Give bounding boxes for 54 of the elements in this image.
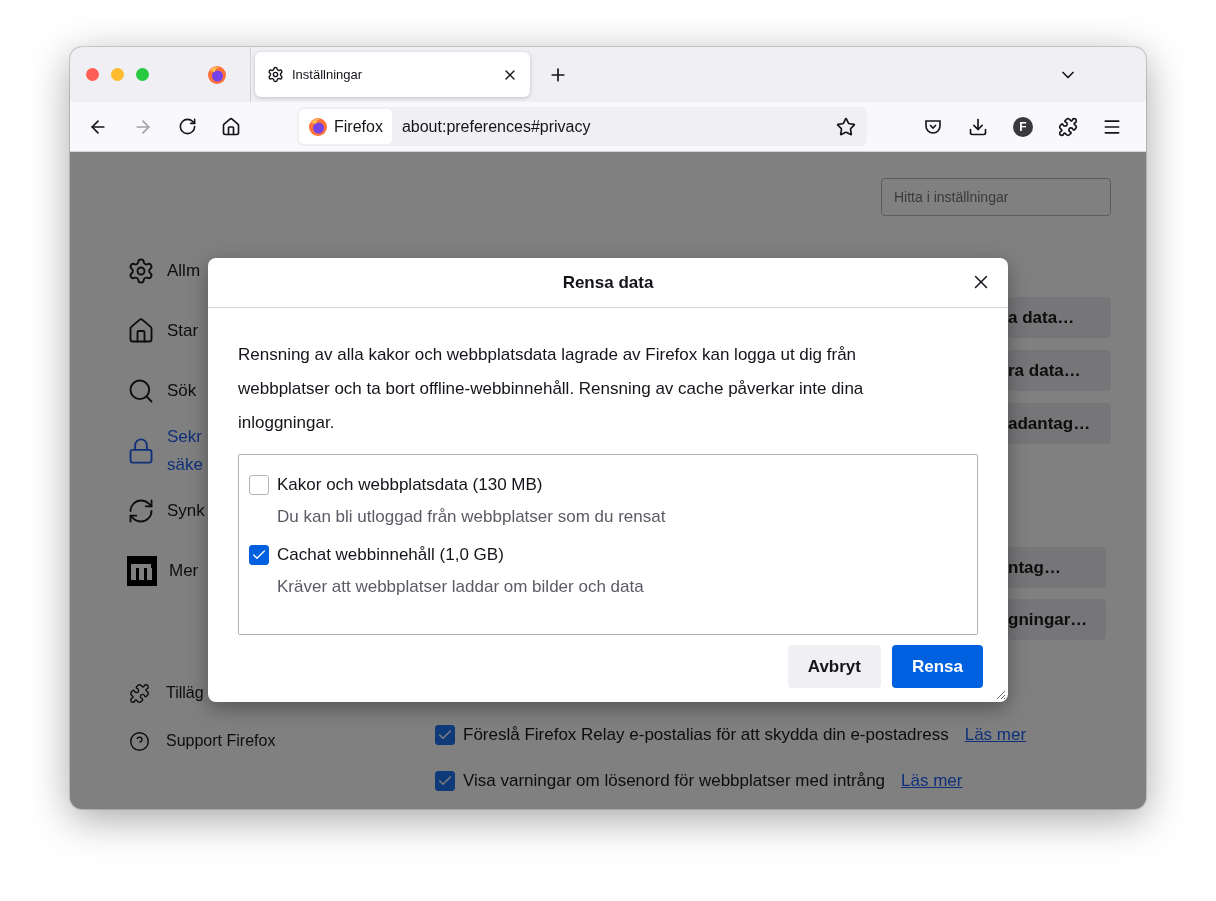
confirm-button[interactable]: Rensa <box>891 645 983 688</box>
address-bar[interactable]: Firefox about:preferences#privacy <box>297 107 867 146</box>
sync-icon <box>127 497 155 525</box>
close-window-button[interactable] <box>86 68 99 81</box>
tab-title: Inställningar <box>292 67 364 82</box>
resize-grip-icon[interactable] <box>994 688 1006 700</box>
home-icon[interactable] <box>221 116 241 137</box>
dialog-description: Rensning av alla kakor och webbplatsdata lagrade av Firefox kan logga ut dig från webbplatser och ta bort offline-webbinnehåll. Rensning av cache påverkar inte dina inloggningar. <box>238 344 865 434</box>
settings-button[interactable]: ra data… <box>1008 350 1111 391</box>
checkbox-label: Kakor och webbplatsdata (130 MB) <box>277 475 543 495</box>
checkbox[interactable] <box>249 475 269 495</box>
settings-icon <box>267 66 284 83</box>
settings-icon <box>127 257 155 285</box>
settings-button[interactable]: ntag… <box>1008 547 1106 588</box>
search-icon <box>127 377 155 405</box>
lock-icon <box>127 437 155 465</box>
option-label: Föreslå Firefox Relay e-postalias för att skydda din e-postadress <box>463 725 949 745</box>
home-icon <box>127 317 155 345</box>
sidebar-item[interactable]: Star <box>127 301 199 361</box>
sidebar-item[interactable]: Allm <box>127 241 201 301</box>
bookmark-star-icon[interactable] <box>836 116 856 137</box>
sidebar-link[interactable]: Support Firefox <box>127 717 276 765</box>
search-field[interactable]: Hitta i inställningar <box>881 178 1111 216</box>
sidebar-item[interactable]: Sekr säke <box>127 421 203 481</box>
browser-logo-icon <box>308 116 328 137</box>
browser-logo-icon <box>207 64 227 85</box>
puzzle-icon <box>129 682 150 704</box>
settings-button[interactable]: a data… <box>1008 297 1111 338</box>
dialog-title: Rensa data <box>562 272 654 293</box>
puzzle-icon[interactable] <box>1058 116 1078 137</box>
checkbox[interactable] <box>249 545 269 565</box>
learn-more-link[interactable]: Läs mer <box>901 771 963 791</box>
identity-badge[interactable]: Firefox <box>299 109 392 144</box>
cancel-button[interactable]: Avbryt <box>787 645 881 688</box>
url-text: about:preferences#privacy <box>400 117 592 136</box>
sidebar-item[interactable]: Synk <box>127 481 205 541</box>
account-avatar[interactable]: F <box>1013 116 1033 137</box>
settings-button[interactable]: adantag… <box>1008 403 1111 444</box>
option-label: Visa varningar om lösenord för webbplatser med intrång <box>463 771 886 791</box>
checkbox-description: Kräver att webbplatser laddar om bilder och data <box>277 577 645 597</box>
sidebar-item[interactable]: Sök <box>127 361 197 421</box>
checkbox-label: Cachat webbinnehåll (1,0 GB) <box>277 545 504 565</box>
settings-button[interactable]: gningar… <box>1008 599 1106 640</box>
logo-icon <box>127 556 157 586</box>
tab[interactable]: Inställningar <box>255 52 530 97</box>
download-icon[interactable] <box>968 116 988 137</box>
checkbox-description: Du kan bli utloggad från webbplatser som du rensat <box>277 507 667 527</box>
checkbox[interactable] <box>435 771 455 791</box>
sidebar-item[interactable]: Mer <box>127 541 199 601</box>
reload-icon[interactable] <box>178 117 197 136</box>
help-icon <box>129 730 150 752</box>
sidebar-link[interactable]: Tilläg <box>127 669 204 717</box>
checkbox[interactable] <box>435 725 455 745</box>
learn-more-link[interactable]: Läs mer <box>964 725 1027 745</box>
